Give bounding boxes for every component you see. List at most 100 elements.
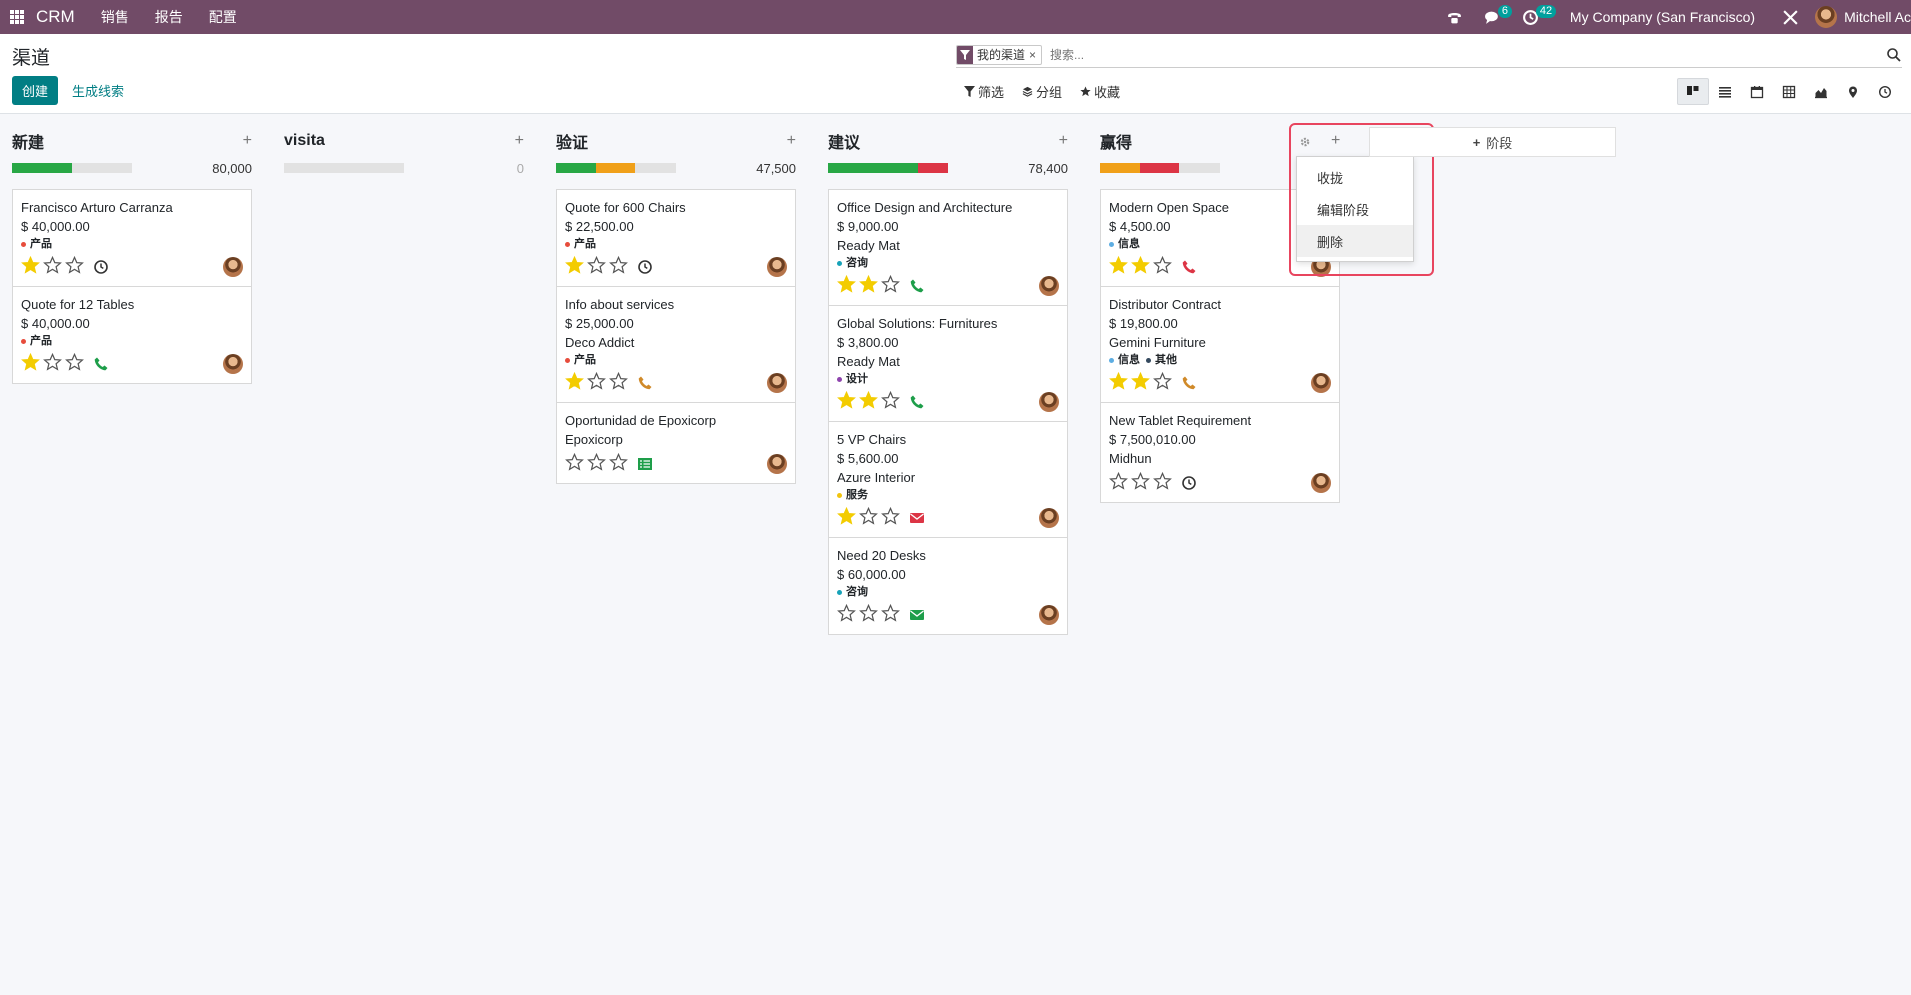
star-empty-icon[interactable] [43, 255, 65, 279]
progress-bar[interactable] [12, 163, 132, 173]
star-filled-icon[interactable] [565, 371, 587, 395]
list-icon[interactable] [637, 456, 653, 472]
salesperson-avatar[interactable] [223, 257, 243, 277]
opportunity-card[interactable]: Distributor Contract $ 19,800.00 Gemini Fu… [1101, 287, 1339, 403]
calendar-view-icon[interactable] [1741, 78, 1773, 105]
star-filled-icon[interactable] [837, 274, 859, 298]
column-quick-create-icon[interactable]: + [243, 132, 252, 150]
column-title[interactable]: 验证 [556, 129, 588, 153]
star-filled-icon[interactable] [1109, 371, 1131, 395]
star-filled-icon[interactable] [1131, 255, 1153, 279]
menu-reporting[interactable]: 报告 [155, 7, 183, 27]
menu-configuration[interactable]: 配置 [209, 7, 237, 27]
star-empty-icon[interactable] [609, 452, 631, 476]
opportunity-card[interactable]: 5 VP Chairs $ 5,600.00 Azure Interior 服务 [829, 422, 1067, 538]
create-button[interactable]: 创建 [12, 76, 59, 105]
star-empty-icon[interactable] [1153, 255, 1175, 279]
salesperson-avatar[interactable] [1039, 276, 1059, 296]
phone-icon[interactable] [637, 375, 653, 391]
salesperson-avatar[interactable] [1039, 392, 1059, 412]
pivot-view-icon[interactable] [1773, 78, 1805, 105]
clock-icon[interactable] [1181, 475, 1197, 491]
star-filled-icon[interactable] [565, 255, 587, 279]
apps-menu-icon[interactable] [2, 0, 32, 34]
star-filled-icon[interactable] [859, 390, 881, 414]
email-icon[interactable] [909, 607, 925, 623]
progress-bar[interactable] [1100, 163, 1220, 173]
star-empty-icon[interactable] [859, 506, 881, 530]
star-filled-icon[interactable] [21, 255, 43, 279]
activities-clock-icon[interactable]: 42 [1518, 0, 1557, 34]
salesperson-avatar[interactable] [1311, 373, 1331, 393]
clock-icon[interactable] [637, 259, 653, 275]
salesperson-avatar[interactable] [223, 354, 243, 374]
progress-segment[interactable] [556, 163, 596, 173]
column-title[interactable]: 新建 [12, 129, 44, 153]
star-filled-icon[interactable] [1131, 371, 1153, 395]
column-title[interactable]: 赢得 [1100, 129, 1132, 153]
clock-icon[interactable] [93, 259, 109, 275]
phone-icon[interactable] [1181, 259, 1197, 275]
salesperson-avatar[interactable] [767, 454, 787, 474]
phone-icon[interactable] [93, 356, 109, 372]
app-name[interactable]: CRM [36, 7, 75, 27]
progress-segment[interactable] [1139, 163, 1180, 173]
filters-dropdown[interactable]: 筛选 [964, 82, 1004, 101]
opportunity-card[interactable]: Francisco Arturo Carranza $ 40,000.00 产品 [13, 190, 251, 287]
company-switcher[interactable]: My Company (San Francisco) [1570, 9, 1755, 25]
star-filled-icon[interactable] [837, 390, 859, 414]
salesperson-avatar[interactable] [1039, 508, 1059, 528]
search-input[interactable] [1050, 47, 1886, 62]
favorites-dropdown[interactable]: 收藏 [1080, 82, 1120, 101]
star-empty-icon[interactable] [43, 352, 65, 376]
debug-tools-icon[interactable] [1777, 0, 1803, 34]
groupby-dropdown[interactable]: 分组 [1022, 82, 1062, 101]
progress-segment[interactable] [828, 163, 918, 173]
star-empty-icon[interactable] [65, 255, 87, 279]
progress-segment[interactable] [918, 163, 948, 173]
opportunity-card[interactable]: Quote for 600 Chairs $ 22,500.00 产品 [557, 190, 795, 287]
activity-view-icon[interactable] [1869, 78, 1901, 105]
remove-facet-icon[interactable]: × [1029, 48, 1041, 62]
salesperson-avatar[interactable] [1039, 605, 1059, 625]
user-menu[interactable]: Mitchell Ac [1815, 6, 1911, 28]
opportunity-card[interactable]: Info about services $ 25,000.00 Deco Addic… [557, 287, 795, 403]
search-icon[interactable] [1886, 47, 1902, 63]
progress-segment[interactable] [1100, 163, 1140, 173]
star-empty-icon[interactable] [609, 255, 631, 279]
opportunity-card[interactable]: New Tablet Requirement $ 7,500,010.00 Midh… [1101, 403, 1339, 502]
column-quick-create-icon[interactable]: + [787, 132, 796, 150]
phone-icon[interactable] [909, 394, 925, 410]
progress-segment[interactable] [595, 163, 636, 173]
star-empty-icon[interactable] [837, 603, 859, 627]
star-empty-icon[interactable] [859, 603, 881, 627]
column-title[interactable]: visita [284, 132, 325, 150]
star-filled-icon[interactable] [837, 506, 859, 530]
star-empty-icon[interactable] [1131, 471, 1153, 495]
salesperson-avatar[interactable] [1311, 473, 1331, 493]
star-empty-icon[interactable] [1153, 371, 1175, 395]
progress-bar[interactable] [828, 163, 948, 173]
menu-sales[interactable]: 销售 [101, 7, 129, 27]
column-quick-create-icon[interactable]: + [1059, 132, 1068, 150]
messages-icon[interactable]: 6 [1480, 0, 1513, 34]
progress-segment[interactable] [12, 163, 72, 173]
star-empty-icon[interactable] [609, 371, 631, 395]
star-empty-icon[interactable] [881, 390, 903, 414]
opportunity-card[interactable]: Need 20 Desks $ 60,000.00 咨询 [829, 538, 1067, 634]
map-view-icon[interactable] [1837, 78, 1869, 105]
add-stage-button[interactable]: + 阶段 [1369, 127, 1616, 157]
star-empty-icon[interactable] [1153, 471, 1175, 495]
kanban-view-icon[interactable] [1677, 78, 1709, 105]
progress-bar[interactable] [284, 163, 404, 173]
phone-icon[interactable] [1181, 375, 1197, 391]
star-filled-icon[interactable] [1109, 255, 1131, 279]
progress-bar[interactable] [556, 163, 676, 173]
star-empty-icon[interactable] [565, 452, 587, 476]
salesperson-avatar[interactable] [767, 373, 787, 393]
star-empty-icon[interactable] [881, 274, 903, 298]
graph-view-icon[interactable] [1805, 78, 1837, 105]
column-title[interactable]: 建议 [828, 129, 860, 153]
column-quick-create-icon[interactable]: + [515, 132, 524, 150]
star-filled-icon[interactable] [21, 352, 43, 376]
